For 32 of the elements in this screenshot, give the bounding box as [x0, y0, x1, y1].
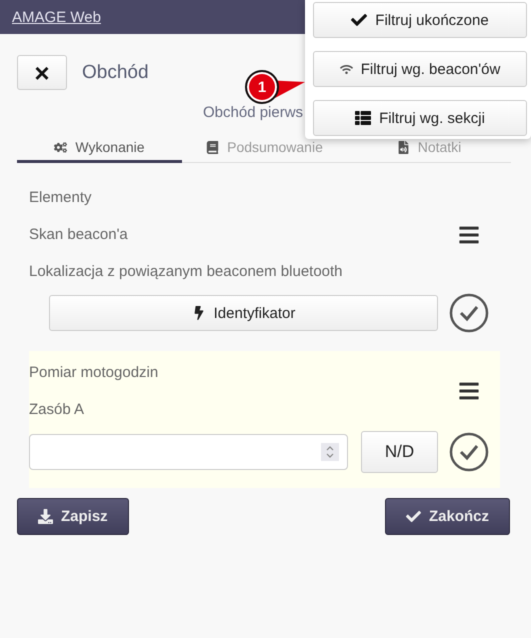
notebook-icon	[206, 140, 220, 154]
item-label: Zasób A	[29, 400, 86, 420]
number-field[interactable]	[29, 434, 348, 470]
page-title: Obchód	[82, 62, 149, 84]
page-subtitle: Obchód pierws	[203, 104, 304, 121]
menu-icon[interactable]	[458, 380, 480, 402]
filter-menu-item[interactable]: Filtruj wg. sekcji	[313, 100, 527, 136]
filter-menu-item[interactable]: Filtruj wg. beacon'ów	[313, 51, 527, 87]
finish-button[interactable]: Zakończ	[384, 498, 510, 535]
download-icon	[38, 509, 53, 524]
wifi-icon	[340, 62, 353, 76]
item-label: Skan beacon'a	[29, 225, 129, 245]
spinner-icon[interactable]	[321, 443, 339, 461]
identifier-button[interactable]: Identyfikator	[49, 295, 438, 331]
check-icon	[351, 12, 368, 28]
app-title-link[interactable]: AMAGE Web	[12, 8, 101, 26]
bolt-icon	[192, 306, 206, 320]
audio-file-icon	[396, 140, 410, 154]
list-icon	[355, 110, 372, 126]
close-button[interactable]: ×	[17, 55, 67, 90]
save-button[interactable]: Zapisz	[17, 498, 129, 535]
gears-icon	[54, 140, 68, 154]
check-icon	[406, 509, 421, 524]
item-label: Pomiar motogodzin	[29, 363, 160, 383]
menu-icon[interactable]	[458, 224, 480, 246]
check-circle-icon[interactable]	[449, 293, 489, 333]
item-label: Lokalizacja z powiązanym beaconem bluetooth	[29, 262, 344, 282]
tab[interactable]: Wykonanie	[17, 134, 182, 163]
check-circle-icon[interactable]	[449, 432, 489, 472]
item-label: Elementy	[29, 188, 93, 208]
not-applicable-button[interactable]: N/D	[361, 431, 438, 473]
filter-menu-item[interactable]: Filtruj ukończone	[313, 2, 527, 38]
